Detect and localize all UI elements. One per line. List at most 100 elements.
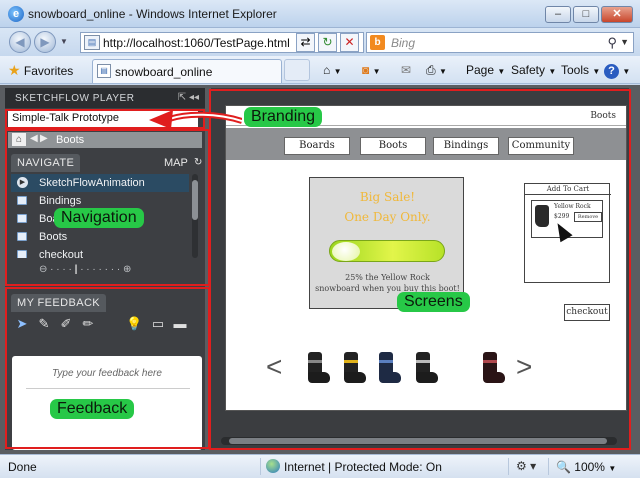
carousel-next-icon[interactable]: > [516, 353, 532, 381]
screen-icon [17, 196, 27, 205]
forward-arrow-icon[interactable]: ▶ [40, 133, 48, 144]
comment-icon[interactable]: ▭ [150, 316, 166, 332]
address-toolbar: ◀ ▶ ▼ ▤ http://localhost:1060/TestPage.h… [0, 28, 640, 56]
protected-mode-icon[interactable]: ⚙ ▾ [516, 459, 536, 473]
internet-zone-icon [266, 459, 280, 473]
canvas-hscrollbar[interactable] [221, 437, 617, 445]
compatibility-view-icon[interactable]: ⇄ [296, 33, 315, 52]
window-title: snowboard_online - Windows Internet Expl… [28, 7, 277, 21]
back-arrow-icon[interactable]: ◀ [30, 133, 38, 144]
prototype-canvas: Boots Boards Boots Bindings Community Bi… [211, 88, 629, 450]
home-button[interactable]: ⌂ ▼ [323, 63, 342, 77]
cart-item-name: Yellow Rock [554, 203, 591, 210]
select-arrow-icon[interactable]: ➤ [14, 316, 30, 332]
tab-my-feedback[interactable]: MY FEEDBACK [11, 294, 107, 312]
home-screen-icon[interactable]: ⌂ [12, 133, 26, 146]
safety-menu[interactable]: Safety ▼ [511, 63, 556, 77]
maximize-button[interactable]: □ [573, 6, 599, 23]
tab-navigate[interactable]: NAVIGATE [11, 154, 81, 172]
status-text: Done [8, 460, 37, 474]
mail-button[interactable]: ✉ [401, 63, 411, 77]
stop-icon[interactable]: ✕ [340, 33, 359, 52]
tab-community[interactable]: Community [508, 137, 574, 155]
map-link[interactable]: MAP [164, 157, 188, 169]
back-button[interactable]: ◀ [9, 31, 31, 53]
refresh-map-icon[interactable]: ↻ [194, 157, 202, 168]
zoom-level[interactable]: 🔍 100% ▼ [556, 460, 616, 474]
forward-button[interactable]: ▶ [34, 31, 56, 53]
search-icon[interactable]: ⚲ [607, 35, 617, 51]
refresh-icon[interactable]: ↻ [318, 33, 337, 52]
nav-item-sketchflowanimation[interactable]: ▶ SketchFlowAnimation [11, 174, 189, 192]
close-button[interactable]: ✕ [601, 6, 633, 23]
carousel-prev-icon[interactable]: < [266, 353, 282, 381]
status-divider [548, 458, 549, 475]
lightbulb-icon[interactable]: 💡 [126, 316, 142, 332]
boot-thumbnail [535, 205, 549, 227]
boot-product[interactable] [377, 352, 401, 384]
nav-item-label: checkout [39, 249, 84, 258]
tools-menu[interactable]: Tools ▼ [561, 63, 600, 77]
favorites-button[interactable]: ★ Favorites [8, 62, 73, 79]
boot-product[interactable] [342, 352, 366, 384]
minimize-button[interactable]: – [545, 6, 571, 23]
page-menu-label: Page [466, 63, 495, 77]
zoom-track[interactable]: · · · · | · · · · · · · [50, 264, 123, 275]
boot-product[interactable] [414, 352, 438, 384]
favorites-label: Favorites [23, 64, 74, 78]
remove-button[interactable]: Remove [574, 212, 602, 222]
zoom-in-icon[interactable]: ⊕ [123, 264, 131, 275]
status-bar: Done Internet | Protected Mode: On ⚙ ▾ 🔍… [0, 454, 640, 478]
player-header-label: SKETCHFLOW PLAYER [15, 93, 135, 104]
scrollbar-thumb[interactable] [192, 180, 198, 220]
boot-product[interactable] [306, 352, 330, 384]
pen-icon[interactable]: ✎ [36, 316, 52, 332]
tab-boards[interactable]: Boards [284, 137, 350, 155]
player-collapse-icon[interactable]: ⇱ ◂◂ [178, 92, 199, 103]
tab-page-icon: ▤ [97, 64, 111, 78]
boot-product[interactable] [481, 352, 505, 384]
screens-label: Screens [397, 292, 470, 312]
screen-list-scrollbar[interactable] [192, 174, 198, 258]
eraser-icon[interactable]: ✏ [80, 316, 96, 332]
nav-item-checkout[interactable]: checkout [11, 246, 189, 258]
sale-banner[interactable]: Big Sale! One Day Only. 25% the Yellow R… [309, 177, 464, 309]
new-tab-button[interactable] [284, 59, 310, 81]
branding-label: Branding [244, 107, 323, 127]
search-field[interactable]: b Bing ⚲ ▼ [366, 32, 634, 53]
cart-item-price: $299 [554, 213, 570, 220]
feeds-button[interactable]: ◙ ▼ [362, 63, 381, 77]
favorites-star-icon: ★ [8, 62, 21, 78]
nav-item-label: Boots [39, 231, 68, 243]
window-titlebar: e snowboard_online - Windows Internet Ex… [0, 0, 640, 28]
checkout-button[interactable]: checkout [564, 304, 610, 321]
page-menu[interactable]: Page ▼ [466, 63, 505, 77]
tab-boots[interactable]: Boots [360, 137, 426, 155]
snowboard-image [329, 240, 445, 262]
folder-icon[interactable]: ▬ [172, 316, 188, 332]
help-menu[interactable]: ? ▼ [604, 63, 630, 79]
history-dropdown-icon[interactable]: ▼ [60, 37, 68, 46]
print-button[interactable]: ⎙ ▼ [426, 63, 447, 78]
ie-logo-icon: e [8, 6, 24, 22]
player-header: SKETCHFLOW PLAYER ⇱ ◂◂ [5, 88, 205, 108]
nav-item-boots[interactable]: Boots [11, 228, 189, 246]
screen-icon [17, 232, 27, 241]
tab-title: snowboard_online [115, 65, 213, 79]
page-icon: ▤ [84, 35, 100, 50]
marker-icon[interactable]: ✐ [58, 316, 74, 332]
search-dropdown-icon[interactable]: ▼ [620, 37, 629, 47]
feedback-label: Feedback [50, 399, 135, 419]
tab-bindings[interactable]: Bindings [433, 137, 499, 155]
help-icon: ? [604, 64, 619, 79]
safety-menu-label: Safety [511, 63, 546, 77]
zoom-slider[interactable]: ⊖ · · · · | · · · · · · · ⊕ [39, 264, 179, 278]
screen-title: Boots [590, 111, 616, 121]
browser-tab[interactable]: ▤ snowboard_online [92, 59, 282, 83]
sale-subheadline: One Day Only. [344, 210, 431, 224]
feedback-toolbar: ➤ ✎ ✐ ✏ 💡 ▭ ▬ [12, 316, 198, 334]
current-screen-breadcrumb: Boots [56, 134, 85, 146]
zoom-out-icon[interactable]: ⊖ [39, 264, 47, 275]
canvas-scroll-thumb[interactable] [229, 438, 607, 444]
rss-icon: ◙ [362, 63, 370, 77]
